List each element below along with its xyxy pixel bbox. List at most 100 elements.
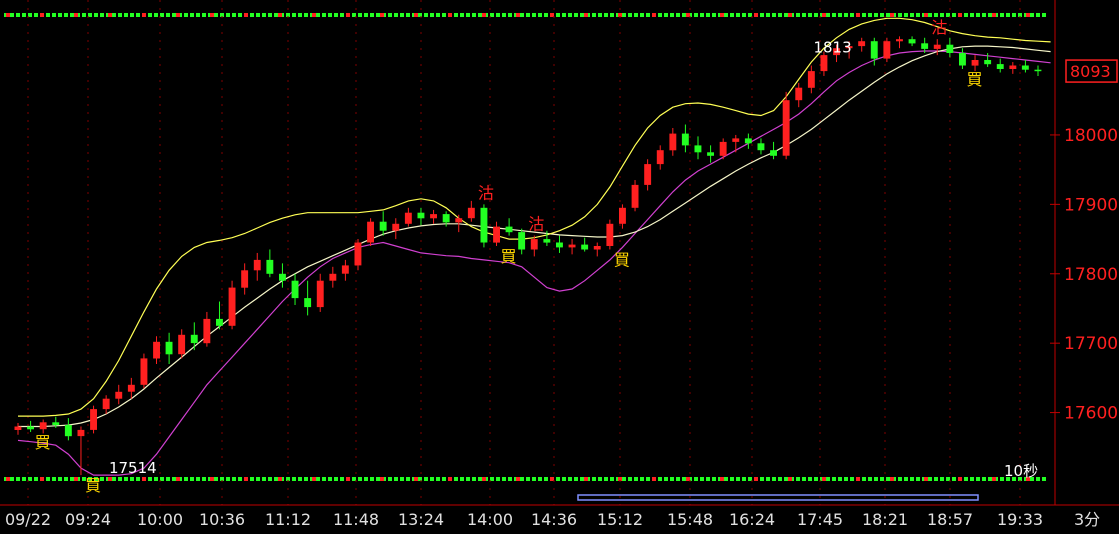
candle-body	[1021, 65, 1029, 70]
candle	[946, 37, 954, 58]
candle	[404, 207, 412, 227]
candle-body	[153, 341, 160, 359]
candle-body	[379, 221, 387, 231]
candle	[115, 384, 123, 405]
candle-body	[606, 223, 614, 246]
candle	[367, 218, 374, 246]
candle	[1034, 65, 1042, 76]
chart-canvas: 買買買 買買沽沽沽181317514 10秒1800017900178001770…	[0, 0, 1119, 529]
candle	[908, 36, 916, 47]
candle-body	[392, 223, 400, 231]
candle-body	[619, 207, 626, 224]
candle	[896, 36, 903, 49]
candle-body	[442, 214, 450, 223]
candle-body	[858, 41, 866, 47]
last-price-label: 8093	[1070, 62, 1111, 81]
horizontal-scrollbar[interactable]	[577, 494, 979, 501]
candle	[153, 336, 160, 364]
candle-body	[669, 133, 677, 151]
price-tick-label: 18000	[1064, 126, 1118, 146]
candle-body	[480, 207, 488, 243]
candle	[329, 266, 337, 288]
candle-body	[203, 318, 211, 344]
candle-body	[644, 164, 652, 185]
candle-body	[291, 280, 299, 299]
candle	[518, 228, 526, 255]
candle	[744, 133, 752, 149]
candle-body	[64, 425, 72, 437]
sell-signal-label: 沽	[528, 215, 544, 234]
candle-body	[593, 246, 601, 250]
candle-body	[908, 39, 916, 44]
candle	[581, 237, 589, 252]
candle-body	[896, 39, 903, 42]
candle	[593, 242, 601, 257]
sell-signal-label: 沽	[931, 18, 947, 37]
candle	[316, 273, 324, 312]
candle-body	[455, 218, 463, 223]
candle	[996, 58, 1004, 73]
lower-band-line	[17, 50, 1051, 476]
candle-body	[959, 53, 966, 66]
candle-body	[190, 334, 198, 344]
candle	[467, 200, 475, 222]
time-tick-label: 19:33	[997, 510, 1043, 529]
candle-body	[404, 212, 412, 224]
candle-body	[165, 341, 173, 355]
candle-body	[467, 207, 475, 219]
timeframe-label[interactable]: 3分	[1074, 510, 1100, 529]
candle-body	[329, 273, 337, 281]
candlestick-chart[interactable]: 買買買買買沽沽沽 1813 17514 10秒 18000 17900 17800 1770…	[0, 0, 1119, 530]
candle-body	[505, 226, 513, 233]
candle	[90, 405, 97, 434]
price-tick-label: 17800	[1064, 265, 1118, 285]
time-tick-label: 17:45	[797, 510, 843, 529]
candle-body	[241, 270, 249, 288]
candle	[530, 235, 538, 257]
candle-body	[14, 426, 22, 430]
buy-signal-label: 買	[85, 476, 101, 495]
candle	[228, 280, 236, 330]
candle-body	[933, 44, 941, 49]
candle	[656, 145, 664, 170]
sell-signal-label: 沽	[478, 183, 494, 202]
candle-body	[102, 398, 110, 410]
candle	[140, 353, 148, 389]
candle-body	[266, 259, 274, 274]
candle-body	[367, 221, 374, 243]
candle	[64, 418, 72, 441]
time-tick-label: 16:24	[729, 510, 775, 529]
candle	[606, 219, 614, 250]
candle	[694, 136, 702, 160]
candle-body	[921, 43, 929, 49]
candle	[392, 218, 400, 240]
candle	[959, 48, 966, 69]
candle	[795, 82, 803, 108]
candle-body	[631, 184, 639, 208]
buy-signal-label: 買	[966, 70, 982, 89]
buy-signal-label: 買	[501, 247, 517, 266]
price-tick-label: 17700	[1064, 334, 1118, 354]
candle-body	[807, 71, 815, 88]
candle	[127, 377, 135, 399]
candle-body	[971, 60, 979, 66]
candle	[568, 239, 576, 255]
candle-body	[581, 244, 589, 250]
candle	[1009, 62, 1017, 74]
candle-body	[757, 143, 765, 151]
candle	[732, 134, 740, 153]
candle-body	[52, 422, 60, 426]
candle-body	[996, 64, 1004, 69]
time-tick-label: 11:48	[333, 510, 379, 529]
candle	[14, 423, 22, 435]
candle-body	[530, 239, 538, 250]
buy-signal-label: 買	[35, 433, 51, 452]
candle-body	[556, 242, 563, 248]
candle-body	[27, 426, 34, 430]
candle-body	[140, 358, 148, 385]
candle	[304, 280, 312, 316]
candle-body	[228, 287, 236, 326]
price-tick-label: 17900	[1064, 195, 1118, 215]
candle	[203, 311, 211, 347]
candle-body	[707, 152, 714, 156]
